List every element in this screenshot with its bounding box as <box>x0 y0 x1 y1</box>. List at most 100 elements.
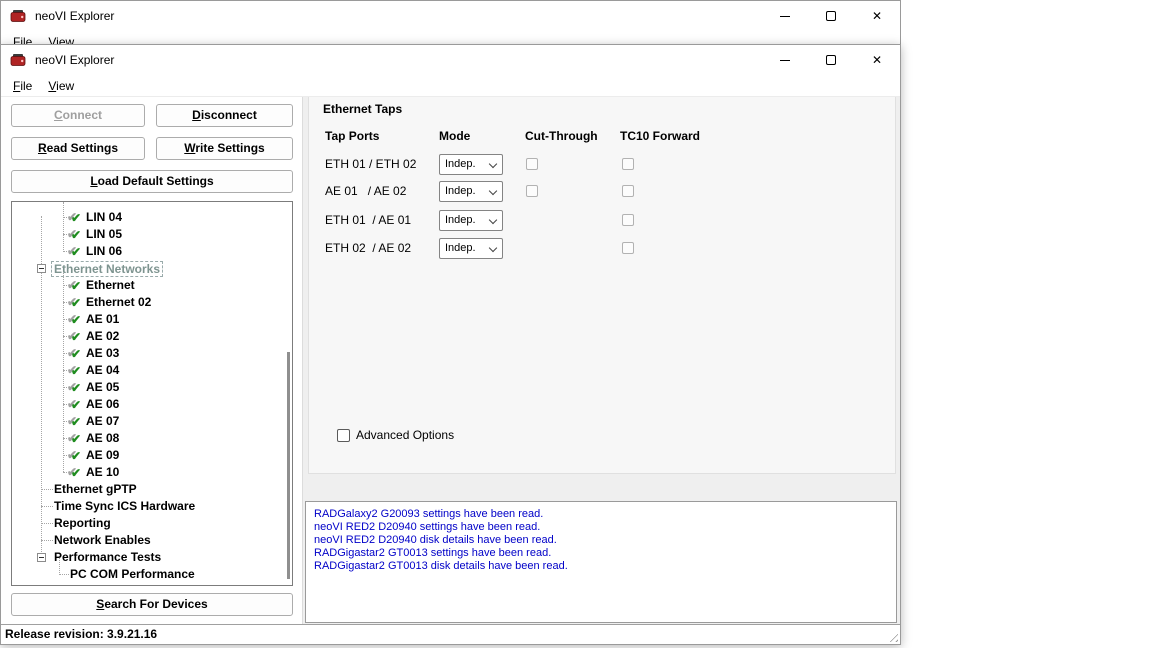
tree-item-lin-04[interactable]: LIN 04 <box>12 209 292 226</box>
checkmark-icon <box>67 465 83 480</box>
mode-dropdown[interactable]: Indep. <box>439 210 503 231</box>
tap-row-ae01-ae02: AE 01 / AE 02 Indep. <box>309 181 895 203</box>
search-for-devices-button[interactable]: Search For Devices <box>11 593 293 616</box>
tap-ports-label: ETH 02 / AE 02 <box>325 238 411 259</box>
tree-item-ae-07[interactable]: AE 07 <box>12 413 292 430</box>
connect-button[interactable]: Connect <box>11 104 145 127</box>
tree-item-label: AE 04 <box>86 362 119 379</box>
checkmark-icon <box>67 431 83 446</box>
tree-scrollbar[interactable] <box>287 352 290 579</box>
close-icon: ✕ <box>872 54 882 66</box>
tree-item-ae-06[interactable]: AE 06 <box>12 396 292 413</box>
tap-ports-label: AE 01 / AE 02 <box>325 181 406 202</box>
close-button[interactable]: ✕ <box>854 45 900 75</box>
mode-dropdown[interactable]: Indep. <box>439 154 503 175</box>
tree-item-lin-06[interactable]: LIN 06 <box>12 243 292 260</box>
mode-dropdown[interactable]: Indep. <box>439 181 503 202</box>
tree-item-ethernet-02[interactable]: Ethernet 02 <box>12 294 292 311</box>
cut-through-checkbox[interactable] <box>526 158 538 170</box>
tree-item-label: AE 02 <box>86 328 119 345</box>
tree-item-label: Reporting <box>54 515 111 532</box>
tree-item-ae-02[interactable]: AE 02 <box>12 328 292 345</box>
resize-grip-icon[interactable] <box>886 630 898 642</box>
chevron-down-icon <box>490 245 497 252</box>
tree-item-time-sync-ics-hardware[interactable]: Time Sync ICS Hardware <box>12 498 292 515</box>
tree-item-label: AE 06 <box>86 396 119 413</box>
desktop: neoVI Explorer ✕ File View neoVI Explore… <box>0 0 1152 648</box>
tap-row-eth01-ae01: ETH 01 / AE 01 Indep. <box>309 210 895 232</box>
tree-item-ae-09[interactable]: AE 09 <box>12 447 292 464</box>
checkmark-icon <box>67 329 83 344</box>
advanced-options-row: Advanced Options <box>337 427 454 443</box>
tree-item-ethernet[interactable]: Ethernet <box>12 277 292 294</box>
tree-item-label: PC COM Performance <box>70 566 195 583</box>
ethernet-taps-panel: Ethernet Taps Tap Ports Mode Cut-Through… <box>308 97 896 474</box>
tc10-forward-checkbox[interactable] <box>622 158 634 170</box>
tree-item-label: Ethernet <box>86 277 135 294</box>
tap-ports-label: ETH 01 / AE 01 <box>325 210 411 231</box>
settings-panel: Ethernet Taps Tap Ports Mode Cut-Through… <box>303 97 900 624</box>
status-bar: Release revision: 3.9.21.16 <box>1 624 900 644</box>
tree-item-ae-08[interactable]: AE 08 <box>12 430 292 447</box>
maximize-icon <box>826 55 836 65</box>
checkmark-icon <box>67 244 83 259</box>
back-titlebar[interactable]: neoVI Explorer ✕ <box>1 1 900 31</box>
load-default-settings-button[interactable]: Load Default Settings <box>11 170 293 193</box>
write-settings-button[interactable]: Write Settings <box>156 137 293 160</box>
maximize-button[interactable] <box>808 45 854 75</box>
tree-item-label: LIN 05 <box>86 226 122 243</box>
checkmark-icon <box>67 346 83 361</box>
advanced-options-label: Advanced Options <box>356 428 454 442</box>
tree-item-pc-com-performance[interactable]: PC COM Performance <box>12 566 292 583</box>
tree-item-ethernet-gptp[interactable]: Ethernet gPTP <box>12 481 292 498</box>
tc10-forward-checkbox[interactable] <box>622 214 634 226</box>
tc10-forward-checkbox[interactable] <box>622 242 634 254</box>
chevron-down-icon <box>490 161 497 168</box>
log-line: RADGalaxy2 G20093 settings have been rea… <box>314 508 888 521</box>
cut-through-checkbox[interactable] <box>526 185 538 197</box>
mode-value: Indep. <box>445 185 476 197</box>
release-revision-text: Release revision: 3.9.21.16 <box>5 627 157 641</box>
mode-dropdown[interactable]: Indep. <box>439 238 503 259</box>
tree-item-lin-05[interactable]: LIN 05 <box>12 226 292 243</box>
disconnect-button[interactable]: Disconnect <box>156 104 293 127</box>
tree-item-label: Time Sync ICS Hardware <box>54 498 195 515</box>
titlebar[interactable]: neoVI Explorer ✕ <box>1 45 900 75</box>
tree-item-label: AE 03 <box>86 345 119 362</box>
app-icon <box>10 8 26 24</box>
window-title: neoVI Explorer <box>35 53 114 67</box>
app-icon <box>10 52 26 68</box>
advanced-options-checkbox[interactable] <box>337 429 350 442</box>
collapse-icon[interactable] <box>37 264 46 273</box>
checkmark-icon <box>67 278 83 293</box>
tree-item-label: Performance Tests <box>54 549 161 566</box>
tree-item-ae-03[interactable]: AE 03 <box>12 345 292 362</box>
tree-item-label: AE 08 <box>86 430 119 447</box>
tree-item-label: AE 01 <box>86 311 119 328</box>
menu-item-file[interactable]: File <box>5 75 40 97</box>
tree-item-ae-01[interactable]: AE 01 <box>12 311 292 328</box>
tree-item-label-selected: Ethernet Networks <box>51 261 163 277</box>
minimize-button[interactable] <box>762 45 808 75</box>
checkmark-icon <box>67 295 83 310</box>
menu-item-view[interactable]: View <box>40 75 82 97</box>
tree-item-ethernet-networks[interactable]: Ethernet Networks <box>12 260 292 277</box>
maximize-button[interactable] <box>808 1 854 31</box>
collapse-icon[interactable] <box>37 553 46 562</box>
tc10-forward-checkbox[interactable] <box>622 185 634 197</box>
minimize-button[interactable] <box>762 1 808 31</box>
checkmark-icon <box>67 448 83 463</box>
tree-item-ae-05[interactable]: AE 05 <box>12 379 292 396</box>
window-title: neoVI Explorer <box>35 9 114 23</box>
client-area: Connect Disconnect Read Settings Write S… <box>1 97 900 624</box>
log-line: neoVI RED2 D20940 disk details have been… <box>314 534 888 547</box>
tree-item-ae-10[interactable]: AE 10 <box>12 464 292 481</box>
chevron-down-icon <box>490 217 497 224</box>
read-settings-button[interactable]: Read Settings <box>11 137 145 160</box>
tree-item-reporting[interactable]: Reporting <box>12 515 292 532</box>
tree-item-performance-tests[interactable]: Performance Tests <box>12 549 292 566</box>
tree-item-ae-04[interactable]: AE 04 <box>12 362 292 379</box>
close-button[interactable]: ✕ <box>854 1 900 31</box>
main-window: neoVI Explorer ✕ File View Connect Disco… <box>0 44 901 645</box>
tree-item-network-enables[interactable]: Network Enables <box>12 532 292 549</box>
